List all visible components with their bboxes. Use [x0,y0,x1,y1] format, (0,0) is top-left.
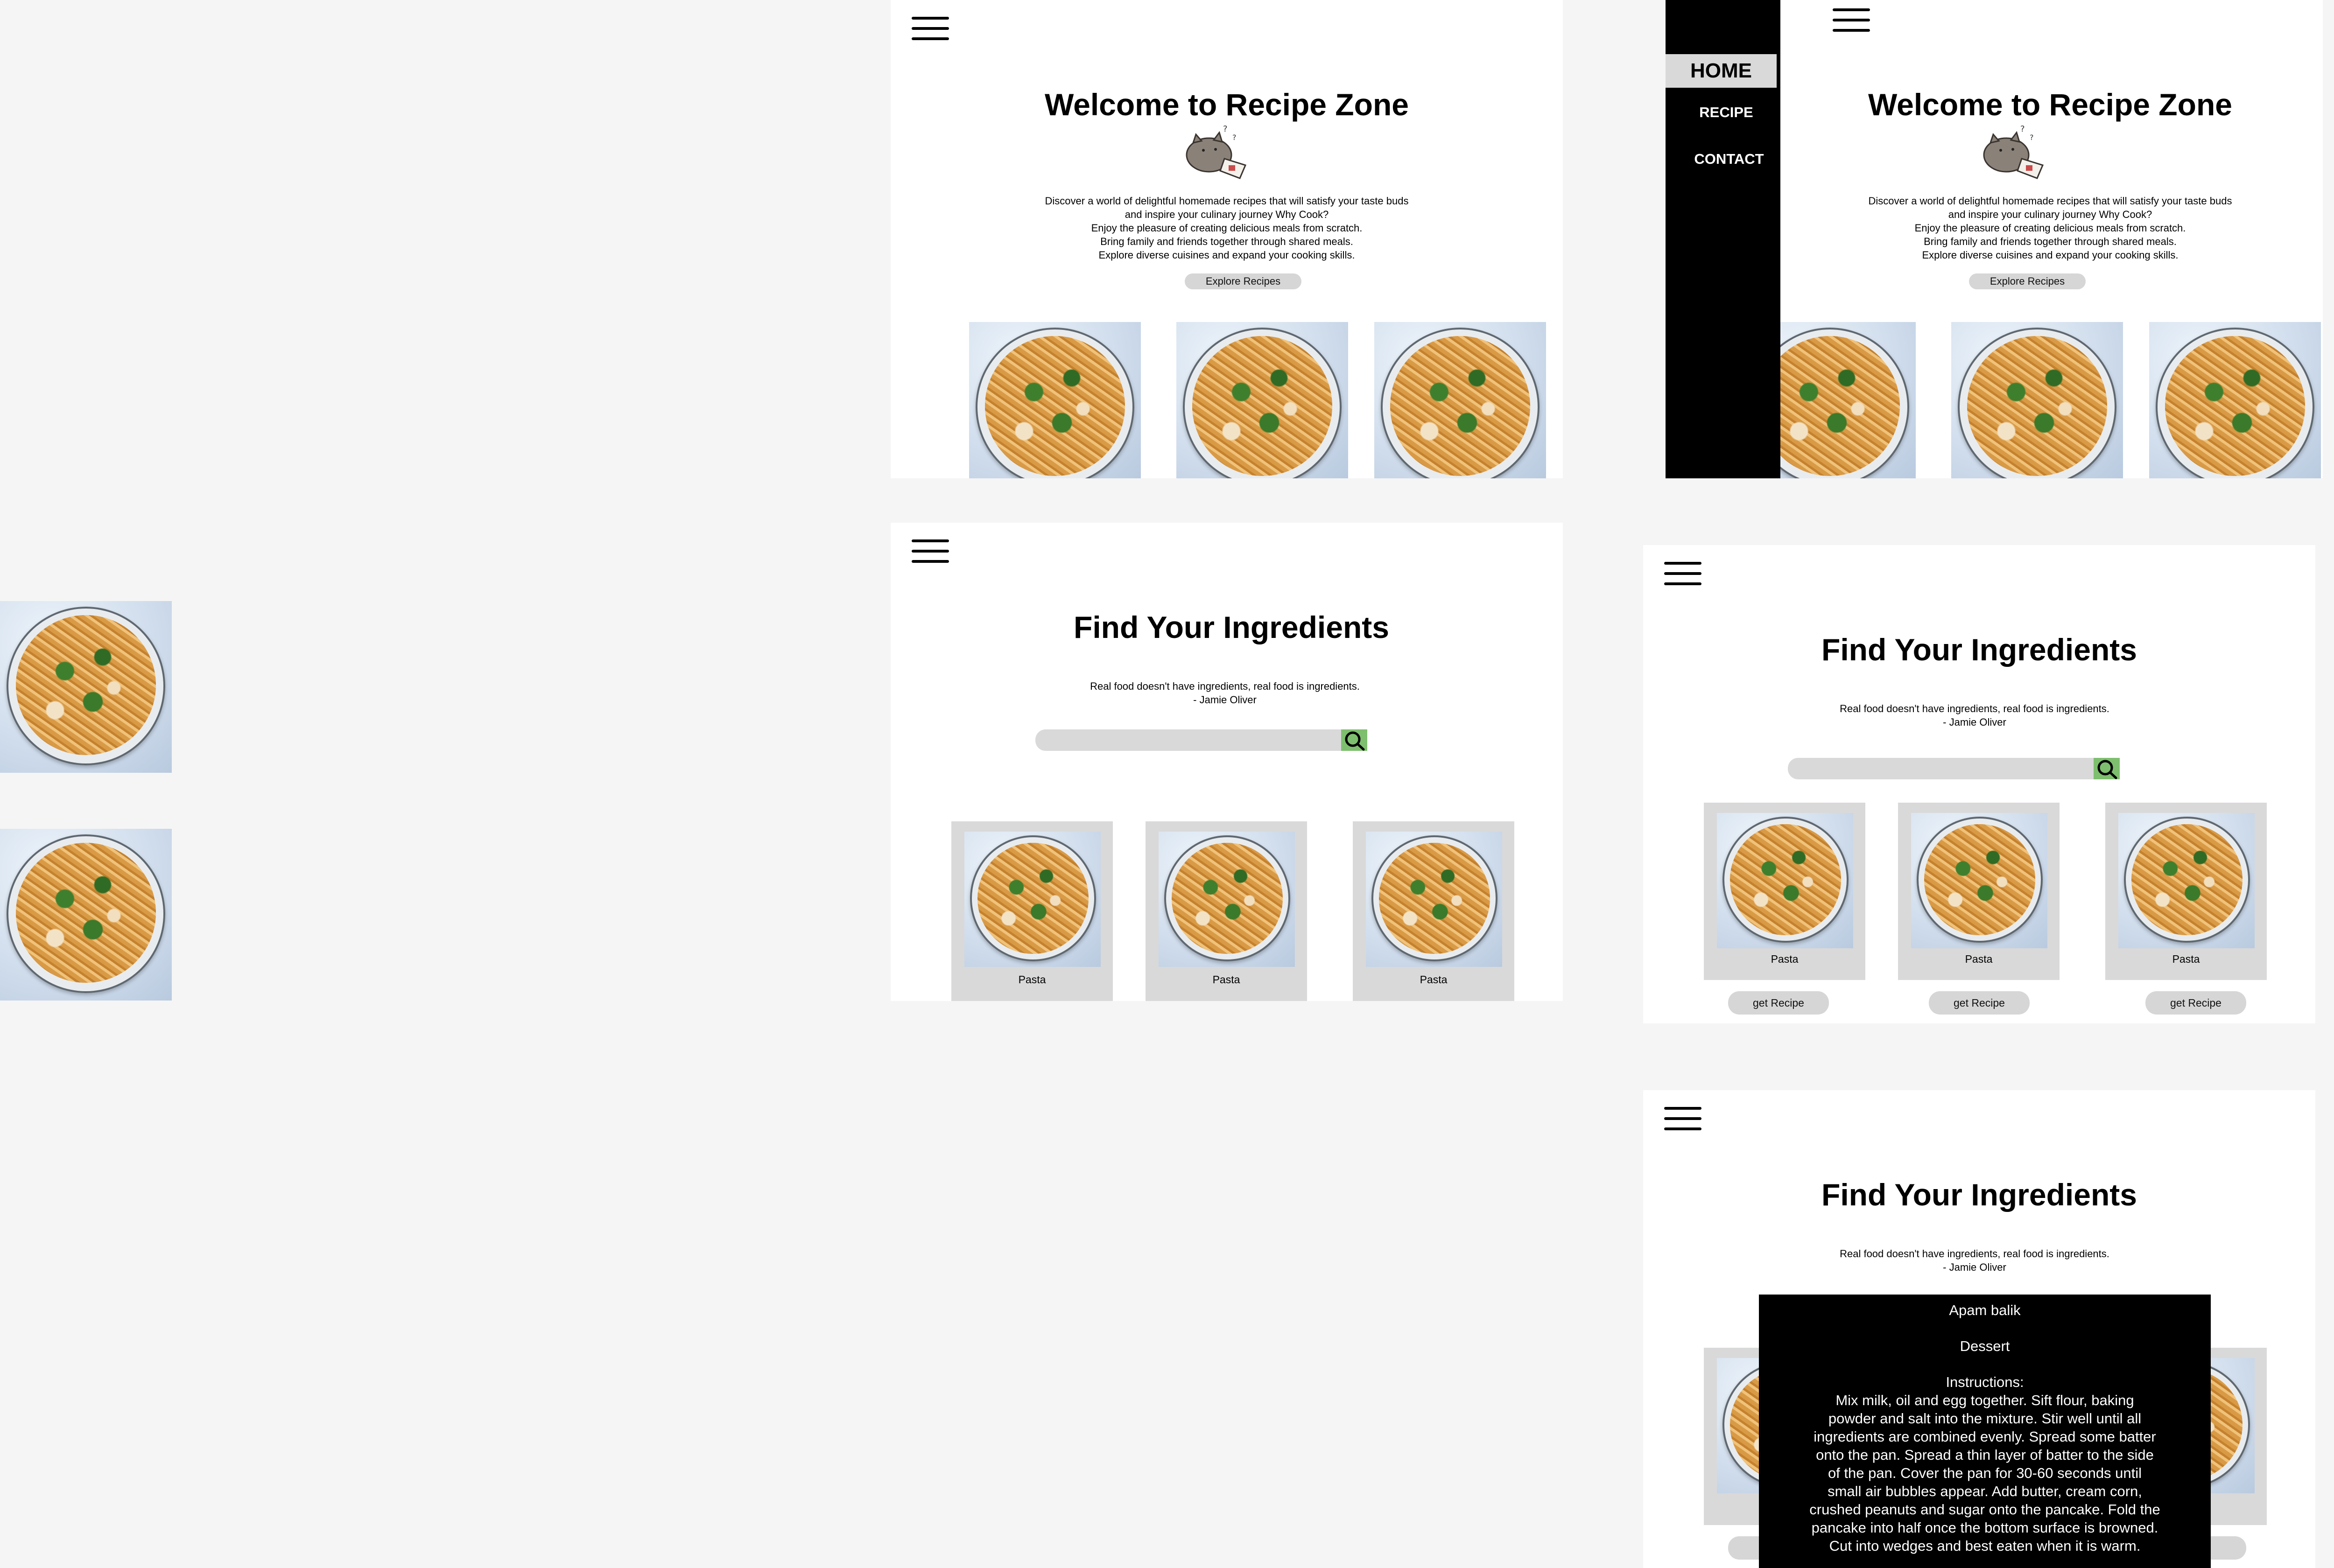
intro-line: and inspire your culinary journey Why Co… [1948,209,2152,220]
quote-text: Real food doesn't have ingredients, real… [891,679,1561,707]
recipe-card-label: Pasta [1212,973,1240,986]
search-icon [1345,731,1365,751]
instructions-line: pancake into half once the bottom surfac… [1811,1519,2158,1536]
finder-buttons-frame: Find Your Ingredients Real food doesn't … [1643,545,2315,1023]
get-recipe-button[interactable]: get Recipe [2145,991,2246,1015]
recipe-card[interactable]: Pasta [951,821,1113,1001]
intro-line: Enjoy the pleasure of creating delicious… [1914,222,2186,234]
page-title: Find Your Ingredients [1821,1177,2137,1212]
page-title: Find Your Ingredients [1074,610,1389,644]
page-title: Welcome to Recipe Zone [1045,87,1409,122]
hamburger-menu-icon[interactable] [1833,8,1870,33]
recipe-card[interactable]: Pasta [1704,803,1865,980]
intro-line: Discover a world of delightful homemade … [1868,195,2232,207]
cat-mascot-icon: ? ? [1983,124,2044,179]
intro-line: Explore diverse cuisines and expand your… [1098,249,1355,261]
quote: Real food doesn't have ingredients, real… [1090,680,1360,692]
get-recipe-button[interactable]: get Recipe [1929,991,2030,1015]
home-frame: Welcome to Recipe Zone ? ? Discover a wo… [891,0,1563,478]
food-image-loose [0,601,172,773]
food-image [969,322,1141,478]
food-image [1951,322,2123,478]
recipe-card[interactable]: Pasta [2105,803,2267,980]
search-button[interactable] [1341,729,1367,751]
cat-mascot-icon: ? ? [1186,124,1247,179]
intro-line: Bring family and friends together throug… [1924,236,2177,247]
explore-recipes-button[interactable]: Explore Recipes [1969,273,2086,289]
recipe-card-label: Pasta [2172,953,2200,965]
svg-text:?: ? [2030,133,2034,142]
get-recipe-button[interactable]: get Recipe [1728,991,1829,1015]
svg-text:?: ? [2020,124,2025,134]
quote-text: Real food doesn't have ingredients, real… [1643,1247,2311,1274]
recipe-card-label: Pasta [1420,973,1448,986]
recipe-card[interactable]: Pasta [1898,803,2060,980]
food-image [1717,813,1853,948]
quote-author: - Jamie Oliver [1943,1261,2006,1273]
food-image [1159,832,1295,967]
recipe-card-label: Pasta [1965,953,1993,965]
food-image [2149,322,2321,478]
quote: Real food doesn't have ingredients, real… [1840,703,2109,714]
quote-text: Real food doesn't have ingredients, real… [1643,702,2311,729]
hamburger-menu-icon[interactable] [1664,1107,1701,1131]
nav-item-label: RECIPE [1699,104,1753,120]
instructions-line: Cut into wedges and best eaten when it i… [1829,1538,2141,1554]
nav-item-contact[interactable]: CONTACT [1666,147,1793,171]
svg-text:?: ? [1232,133,1237,142]
nav-sidebar: HOME RECIPE CONTACT [1666,0,1780,478]
quote: Real food doesn't have ingredients, real… [1840,1248,2109,1260]
food-image [1911,813,2047,948]
hamburger-menu-icon[interactable] [912,539,949,564]
food-image [964,832,1101,967]
instructions-line: small air bubbles appear. Add butter, cr… [1828,1483,2142,1499]
instructions-line: ingredients are combined evenly. Spread … [1814,1428,2156,1445]
quote-author: - Jamie Oliver [1193,694,1257,706]
home-nav-open-frame: Welcome to Recipe Zone ? ? Discover a wo… [1666,0,2323,478]
nav-item-recipe[interactable]: RECIPE [1666,101,1787,124]
recipe-detail-frame: Find Your Ingredients Real food doesn't … [1643,1090,2315,1568]
instructions-label: Instructions: [1946,1374,2024,1390]
page-title: Find Your Ingredients [1821,632,2137,667]
intro-line: Explore diverse cuisines and expand your… [1922,249,2179,261]
intro-line: and inspire your culinary journey Why Co… [1125,209,1329,220]
instructions-line: onto the pan. Spread a thin layer of bat… [1816,1447,2154,1463]
recipe-name: Apam balik [1949,1302,2021,1318]
intro-text: Discover a world of delightful homemade … [1722,194,2323,262]
quote-author: - Jamie Oliver [1943,716,2006,728]
search-button[interactable] [2094,758,2120,779]
recipe-card[interactable]: Pasta [1353,821,1514,1001]
nav-item-home[interactable]: HOME [1666,54,1777,88]
nav-item-label: HOME [1690,59,1752,82]
intro-line: Discover a world of delightful homemade … [1045,195,1409,207]
food-image [1374,322,1546,478]
nav-item-label: CONTACT [1694,151,1764,167]
explore-recipes-button[interactable]: Explore Recipes [1185,273,1301,289]
search-icon [2097,760,2117,779]
search-input[interactable] [1788,758,2110,779]
food-image [1366,832,1502,967]
food-image-loose [0,829,172,1001]
instructions-line: Mix milk, oil and egg together. Sift flo… [1835,1392,2134,1408]
search-input[interactable] [1035,729,1357,751]
instructions-line: crushed peanuts and sugar onto the panca… [1809,1501,2160,1518]
finder-frame: Find Your Ingredients Real food doesn't … [891,523,1563,1001]
hamburger-menu-icon[interactable] [1664,562,1701,586]
food-image [1176,322,1348,478]
recipe-card-label: Pasta [1771,953,1799,965]
instructions-line: powder and salt into the mixture. Stir w… [1828,1410,2142,1427]
intro-text: Discover a world of delightful homemade … [891,194,1563,262]
recipe-category: Dessert [1960,1338,2010,1354]
intro-line: Bring family and friends together throug… [1100,236,1353,247]
intro-line: Enjoy the pleasure of creating delicious… [1091,222,1363,234]
recipe-card-label: Pasta [1018,973,1046,986]
svg-text:?: ? [1223,124,1228,134]
food-image [2118,813,2255,948]
recipe-modal: Apam balik Dessert Instructions: Mix mil… [1759,1295,2211,1568]
page-title: Welcome to Recipe Zone [1868,87,2232,122]
hamburger-menu-icon[interactable] [912,17,949,41]
recipe-card[interactable]: Pasta [1146,821,1307,1001]
instructions-line: of the pan. Cover the pan for 30-60 seco… [1828,1465,2142,1481]
